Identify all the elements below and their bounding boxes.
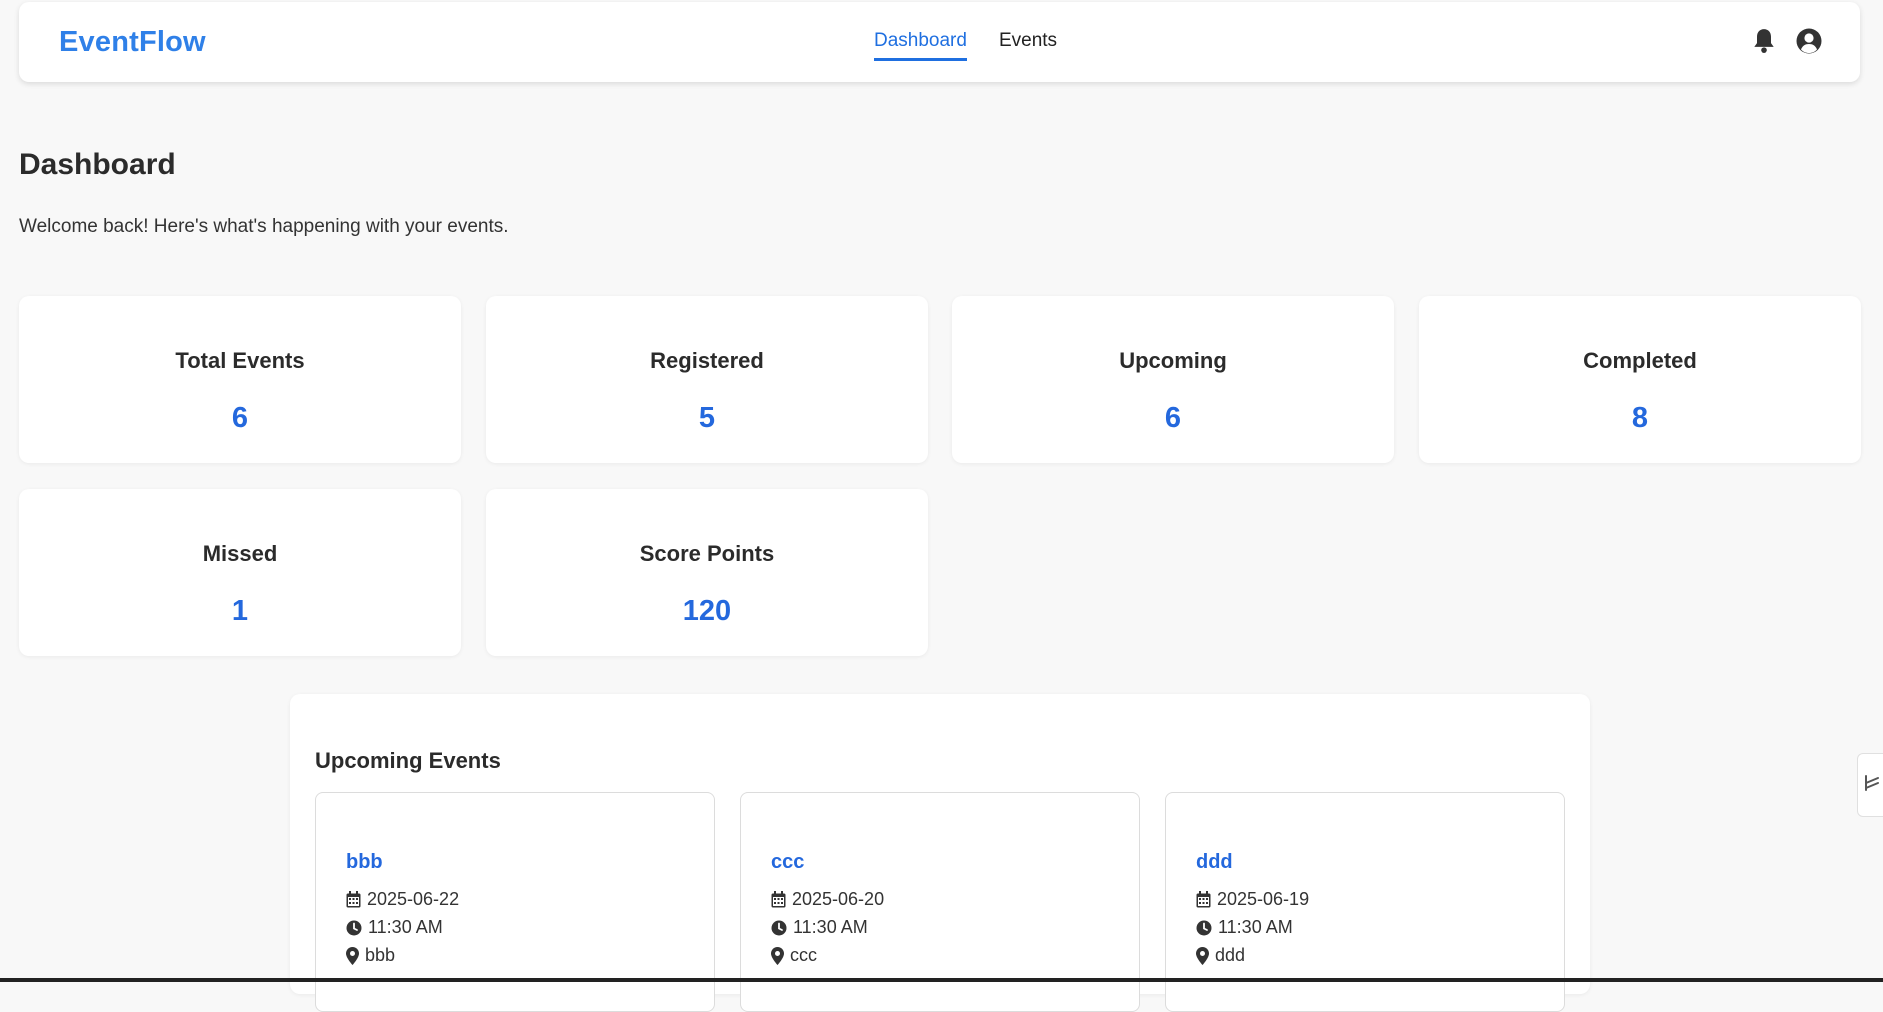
map-pin-icon [771, 946, 784, 965]
event-date: 2025-06-22 [367, 889, 460, 909]
stat-card-upcoming: Upcoming 6 [952, 296, 1394, 463]
event-time-row: 11:30 AM [1196, 917, 1293, 938]
stat-card-missed: Missed 1 [19, 489, 461, 656]
event-location: ccc [790, 945, 817, 965]
event-time: 11:30 AM [368, 917, 443, 937]
top-navbar: EventFlow Dashboard Events [19, 2, 1860, 82]
nav-link-dashboard[interactable]: Dashboard [874, 30, 967, 61]
stat-card-registered: Registered 5 [486, 296, 928, 463]
event-time-row: 11:30 AM [346, 917, 443, 938]
stat-label: Score Points [639, 541, 775, 566]
event-location-row: ccc [771, 945, 817, 966]
stat-label: Completed [1583, 348, 1697, 373]
nav-links: Dashboard Events [874, 30, 1057, 61]
brand-logo[interactable]: EventFlow [59, 26, 206, 59]
upcoming-events-panel: Upcoming Events bbb 2025-06-22 11:30 AM … [290, 694, 1590, 1012]
bottom-edge-bar [0, 978, 1883, 982]
event-name[interactable]: ddd [1196, 851, 1233, 874]
resize-icon [1863, 772, 1881, 799]
calendar-icon [1196, 891, 1211, 908]
stat-card-score-points: Score Points 120 [486, 489, 928, 656]
stat-value: 120 [682, 595, 732, 627]
stat-value: 5 [698, 402, 716, 434]
event-time-row: 11:30 AM [771, 917, 868, 938]
upcoming-events-title: Upcoming Events [315, 748, 501, 773]
side-panel-handle[interactable] [1857, 753, 1883, 817]
stat-card-completed: Completed 8 [1419, 296, 1861, 463]
event-date: 2025-06-19 [1217, 889, 1310, 909]
page-subtitle: Welcome back! Here's what's happening wi… [19, 216, 509, 237]
clock-icon [1196, 920, 1212, 936]
map-pin-icon [346, 946, 359, 965]
stat-label: Missed [202, 541, 278, 566]
event-date-row: 2025-06-19 [1196, 889, 1309, 910]
event-name[interactable]: ccc [771, 851, 804, 874]
stat-label: Registered [650, 348, 764, 373]
event-location-row: ddd [1196, 945, 1245, 966]
map-pin-icon [1196, 946, 1209, 965]
stat-label: Upcoming [1119, 348, 1227, 373]
event-date: 2025-06-20 [792, 889, 885, 909]
event-time: 11:30 AM [1218, 917, 1293, 937]
event-location: ddd [1215, 945, 1246, 965]
event-location: bbb [365, 945, 396, 965]
nav-link-events[interactable]: Events [999, 30, 1057, 61]
event-name[interactable]: bbb [346, 851, 383, 874]
user-circle-icon[interactable] [1795, 27, 1823, 55]
event-date-row: 2025-06-20 [771, 889, 884, 910]
calendar-icon [771, 891, 786, 908]
calendar-icon [346, 891, 361, 908]
event-date-row: 2025-06-22 [346, 889, 459, 910]
stat-value: 1 [231, 595, 249, 627]
event-time: 11:30 AM [793, 917, 868, 937]
bell-icon[interactable] [1751, 27, 1777, 55]
stat-card-total-events: Total Events 6 [19, 296, 461, 463]
stat-value: 6 [231, 402, 249, 434]
clock-icon [771, 920, 787, 936]
page-title: Dashboard [19, 148, 176, 181]
event-location-row: bbb [346, 945, 395, 966]
stat-label: Total Events [175, 348, 305, 373]
nav-icons [1751, 27, 1823, 55]
stat-value: 6 [1164, 402, 1182, 434]
stat-value: 8 [1631, 402, 1649, 434]
clock-icon [346, 920, 362, 936]
